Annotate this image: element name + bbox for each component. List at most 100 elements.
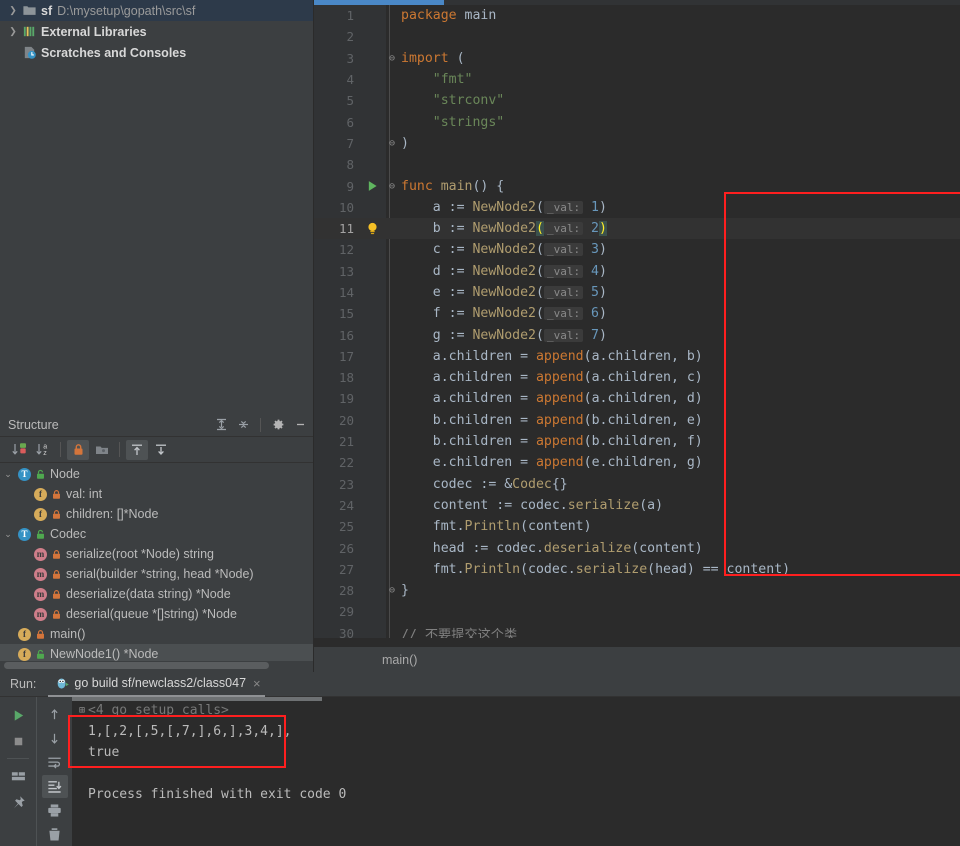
run-actions-primary (0, 697, 36, 846)
chevron-right-icon[interactable]: ❯ (6, 26, 20, 37)
side-divider (7, 758, 29, 759)
down-stack-trace-button[interactable] (42, 727, 68, 750)
code-line[interactable]: 24 content := codec.serialize(a) (314, 495, 960, 516)
show-non-public-button[interactable] (67, 439, 89, 460)
console-fold-icon[interactable]: ⊞ (76, 705, 88, 716)
sort-alphabetically-button[interactable]: az (32, 440, 54, 460)
code-line[interactable]: 2 (314, 26, 960, 47)
code-line[interactable]: 26 head := codec.deserialize(content) (314, 537, 960, 558)
structure-toolbar: az (0, 437, 313, 463)
layout-icon[interactable] (5, 764, 31, 788)
hide-panel-icon[interactable] (291, 416, 309, 434)
structure-tree-item[interactable]: f val: int (0, 484, 313, 504)
lock-closed-icon (33, 629, 48, 640)
console-horizontal-scrollbar[interactable] (72, 697, 322, 701)
structure-tree-item[interactable]: ⌄ T Node (0, 464, 313, 484)
code-line[interactable]: 12 c := NewNode2(_val: 3) (314, 239, 960, 260)
code-line[interactable]: 23 codec := &Codec{} (314, 474, 960, 495)
code-line[interactable]: 9 ⊖ func main() { (314, 175, 960, 196)
code-line[interactable]: 19 a.children = append(a.children, d) (314, 388, 960, 409)
line-number: 25 (338, 519, 354, 535)
code-line[interactable]: 3 ⊖ import ( (314, 48, 960, 69)
console-output[interactable]: ⊞ <4 go setup calls> 1,[,2,[,5,[,7,],6,],3… (72, 697, 960, 846)
code-line[interactable]: 4 "fmt" (314, 69, 960, 90)
code-line[interactable]: 11 b := NewNode2(_val: 2) (314, 217, 960, 240)
rerun-button[interactable] (5, 703, 31, 727)
soft-wrap-icon[interactable] (42, 751, 68, 774)
structure-tree-item[interactable]: f NewNode1() *Node (0, 644, 313, 661)
group-by-file-button[interactable] (91, 440, 113, 460)
chevron-right-icon[interactable]: ❯ (6, 5, 20, 16)
line-number: 12 (338, 242, 354, 258)
fold-marker-icon[interactable]: ⊖ (386, 138, 398, 149)
line-number: 14 (338, 285, 354, 300)
structure-tree-item[interactable]: m serial(builder *string, head *Node) (0, 564, 313, 584)
structure-horizontal-scrollbar[interactable] (4, 662, 269, 669)
code-editor[interactable]: 1 package main 2 3 ⊖ import (4 "fmt" 5 "strcon… (314, 0, 960, 672)
code-line[interactable]: 30 // 不要提交这个类 (314, 623, 960, 638)
code-text: g := NewNode2(_val: 7) (401, 327, 607, 343)
code-line[interactable]: 27 fmt.Println(codec.serialize(head) == … (314, 559, 960, 580)
code-line[interactable]: 8 (314, 154, 960, 175)
structure-tree-item[interactable]: f children: []*Node (0, 504, 313, 524)
code-line[interactable]: 22 e.children = append(e.children, g) (314, 452, 960, 473)
project-tree-item[interactable]: ❯ sf D:\mysetup\gopath\src\sf (0, 0, 313, 21)
fold-marker-icon[interactable]: ⊖ (386, 53, 398, 64)
code-line[interactable]: 17 a.children = append(a.children, b) (314, 346, 960, 367)
code-line[interactable]: 29 (314, 601, 960, 622)
fold-marker-icon[interactable]: ⊖ (386, 181, 398, 192)
scroll-to-end-icon[interactable] (41, 775, 68, 798)
fold-marker-icon[interactable]: ⊖ (386, 585, 398, 596)
intention-bulb-icon[interactable] (358, 221, 386, 236)
code-line[interactable]: 13 d := NewNode2(_val: 4) (314, 261, 960, 282)
trash-icon[interactable] (42, 823, 68, 846)
code-lines-container[interactable]: 1 package main 2 3 ⊖ import (4 "fmt" 5 "strcon… (314, 5, 960, 638)
code-line[interactable]: 18 a.children = append(a.children, c) (314, 367, 960, 388)
code-text: head := codec.deserialize(content) (401, 540, 703, 556)
code-line[interactable]: 20 b.children = append(b.children, e) (314, 410, 960, 431)
settings-gear-icon[interactable] (269, 416, 287, 434)
code-line[interactable]: 15 f := NewNode2(_val: 6) (314, 303, 960, 324)
chevron-down-icon[interactable]: ⌄ (0, 469, 16, 480)
show-anonymous-button[interactable] (150, 440, 172, 460)
close-icon[interactable]: × (253, 677, 261, 690)
project-tree-item[interactable]: ❯ External Libraries (0, 21, 313, 42)
structure-tree-item[interactable]: f main() (0, 624, 313, 644)
code-line[interactable]: 25 fmt.Println(content) (314, 516, 960, 537)
line-number: 11 (338, 221, 354, 237)
header-divider (260, 417, 261, 432)
structure-tree-item[interactable]: m serialize(root *Node) string (0, 544, 313, 564)
console-text: Process finished with exit code 0 (88, 787, 347, 802)
code-line[interactable]: 21 b.children = append(b.children, f) (314, 431, 960, 452)
structure-tree-item[interactable]: m deserialize(data string) *Node (0, 584, 313, 604)
structure-item-label: deserialize(data string) *Node (66, 587, 231, 601)
show-inherited-button[interactable] (126, 439, 148, 460)
code-line[interactable]: 14 e := NewNode2(_val: 5) (314, 282, 960, 303)
code-line[interactable]: 10 a := NewNode2(_val: 1) (314, 197, 960, 218)
stop-button[interactable] (5, 729, 31, 753)
structure-tree-item[interactable]: ⌄ T Codec (0, 524, 313, 544)
code-text: func main() { (401, 178, 505, 194)
sort-by-visibility-button[interactable] (8, 440, 30, 460)
chevron-down-icon[interactable]: ⌄ (0, 529, 16, 540)
code-text: } (401, 583, 409, 599)
code-line[interactable]: 1 package main (314, 5, 960, 26)
pin-icon[interactable] (5, 790, 31, 814)
structure-tree[interactable]: ⌄ T Node f val: int f children: []*Node ⌄ T Codec… (0, 464, 313, 661)
code-line[interactable]: 5 "strconv" (314, 90, 960, 111)
structure-tree-item[interactable]: m deserial(queue *[]string) *Node (0, 604, 313, 624)
library-icon (20, 24, 38, 39)
run-gutter-icon[interactable] (358, 180, 386, 192)
printer-icon[interactable] (42, 799, 68, 822)
code-line[interactable]: 6 "strings" (314, 111, 960, 132)
expand-all-icon[interactable] (212, 416, 230, 434)
code-line[interactable]: 28 ⊖} (314, 580, 960, 601)
up-stack-trace-button[interactable] (42, 703, 68, 726)
code-line[interactable]: 7 ⊖) (314, 133, 960, 154)
project-tree-item[interactable]: Scratches and Consoles (0, 42, 313, 63)
run-configuration-tab[interactable]: go build sf/newclass2/class047 × (48, 672, 265, 697)
structure-panel: Structure a z ⌄ T Node f val: int f chil… (0, 413, 313, 672)
collapse-all-icon[interactable] (234, 416, 252, 434)
code-line[interactable]: 16 g := NewNode2(_val: 7) (314, 324, 960, 345)
breadcrumb[interactable]: main() (314, 646, 960, 672)
